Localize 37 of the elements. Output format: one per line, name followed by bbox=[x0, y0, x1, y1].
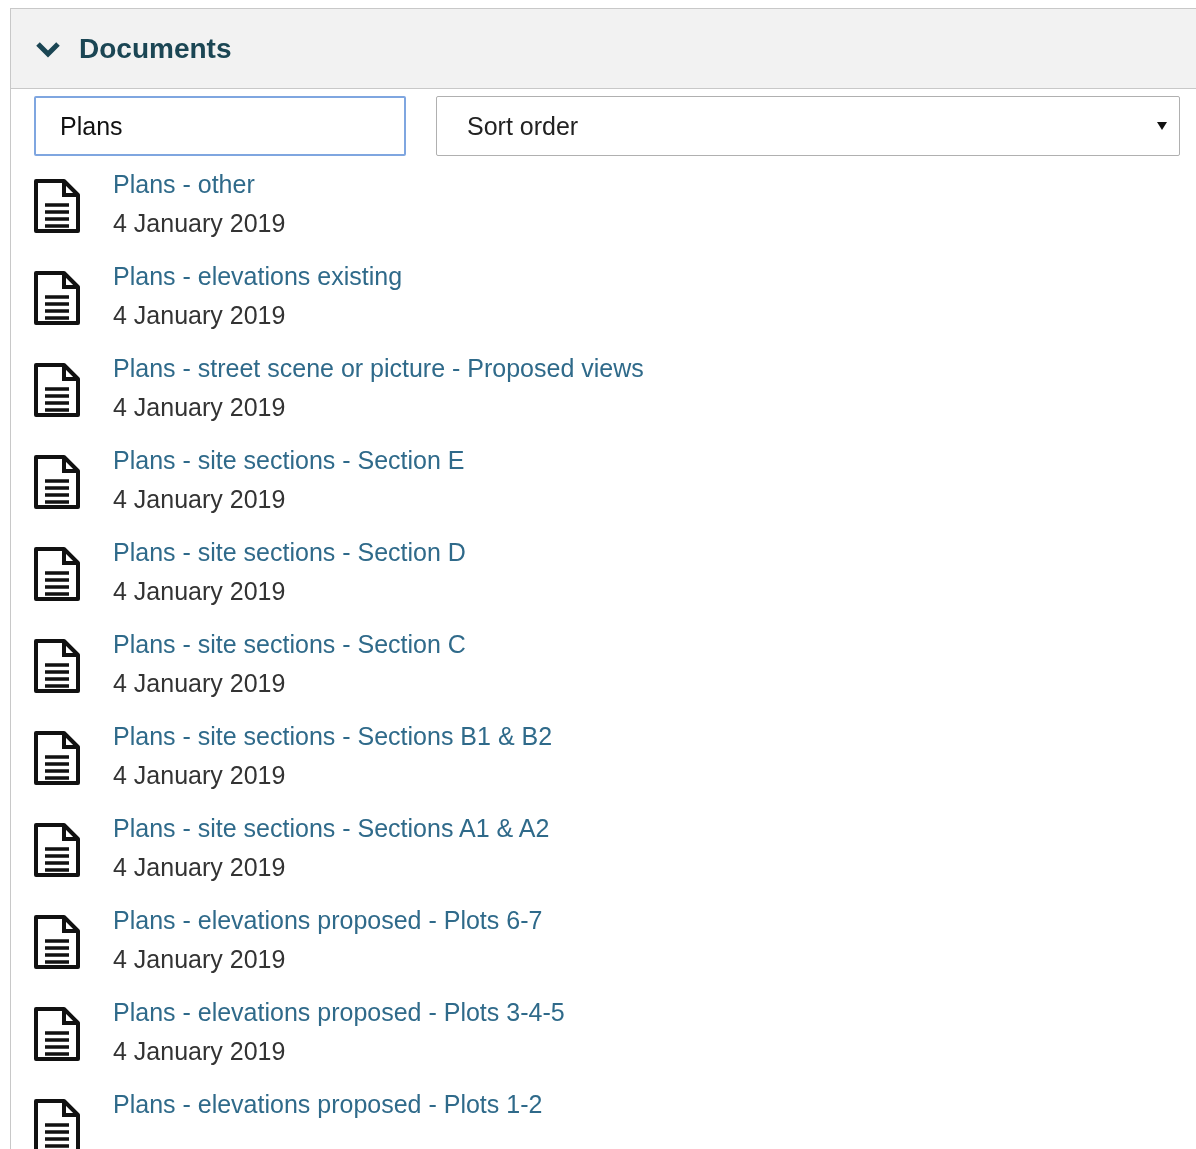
document-icon bbox=[33, 638, 81, 694]
document-link[interactable]: Plans - site sections - Sections A1 & A2 bbox=[113, 814, 550, 843]
document-icon bbox=[33, 270, 81, 326]
document-icon bbox=[33, 1006, 81, 1062]
document-link[interactable]: Plans - site sections - Section C bbox=[113, 630, 466, 659]
document-link[interactable]: Plans - elevations proposed - Plots 6-7 bbox=[113, 906, 543, 935]
document-icon bbox=[33, 1098, 81, 1149]
document-icon bbox=[33, 730, 81, 786]
chevron-icon bbox=[35, 39, 61, 58]
document-icon bbox=[33, 362, 81, 418]
document-link[interactable]: Plans - site sections - Sections B1 & B2 bbox=[113, 722, 553, 751]
document-date: 4 January 2019 bbox=[113, 761, 287, 790]
document-link[interactable]: Plans - street scene or picture - Proposed views bbox=[113, 354, 644, 383]
document-link[interactable]: Plans - other bbox=[113, 170, 286, 199]
document-date: 4 January 2019 bbox=[113, 301, 287, 330]
sort-dropdown[interactable]: Sort order bbox=[436, 96, 1180, 156]
dropdown-caret-icon bbox=[1157, 122, 1167, 130]
documents-header[interactable]: Documents bbox=[11, 9, 1196, 89]
document-icon bbox=[33, 546, 81, 602]
document-link[interactable]: Plans - elevations proposed - Plots 1-2 bbox=[113, 1090, 543, 1119]
document-icon bbox=[33, 454, 81, 510]
document-date: 4 January 2019 bbox=[113, 485, 287, 514]
document-date: 4 January 2019 bbox=[113, 945, 287, 974]
document-date: 4 January 2019 bbox=[113, 853, 287, 882]
document-date: 4 January 2019 bbox=[113, 393, 287, 422]
search-field[interactable]: Plans bbox=[34, 96, 406, 156]
document-date: 4 January 2019 bbox=[113, 1037, 287, 1066]
document-date: 4 January 2019 bbox=[113, 577, 287, 606]
document-icon bbox=[33, 822, 81, 878]
document-link[interactable]: Plans - site sections - Section D bbox=[113, 538, 466, 567]
document-icon bbox=[33, 914, 81, 970]
document-link[interactable]: Plans - elevations existing bbox=[113, 262, 403, 291]
document-date: 4 January 2019 bbox=[113, 209, 286, 238]
document-date: 4 January 2019 bbox=[113, 669, 287, 698]
document-link[interactable]: Plans - site sections - Section E bbox=[113, 446, 465, 475]
document-icon bbox=[33, 178, 81, 234]
document-link[interactable]: Plans - elevations proposed - Plots 3-4-5 bbox=[113, 998, 565, 1027]
